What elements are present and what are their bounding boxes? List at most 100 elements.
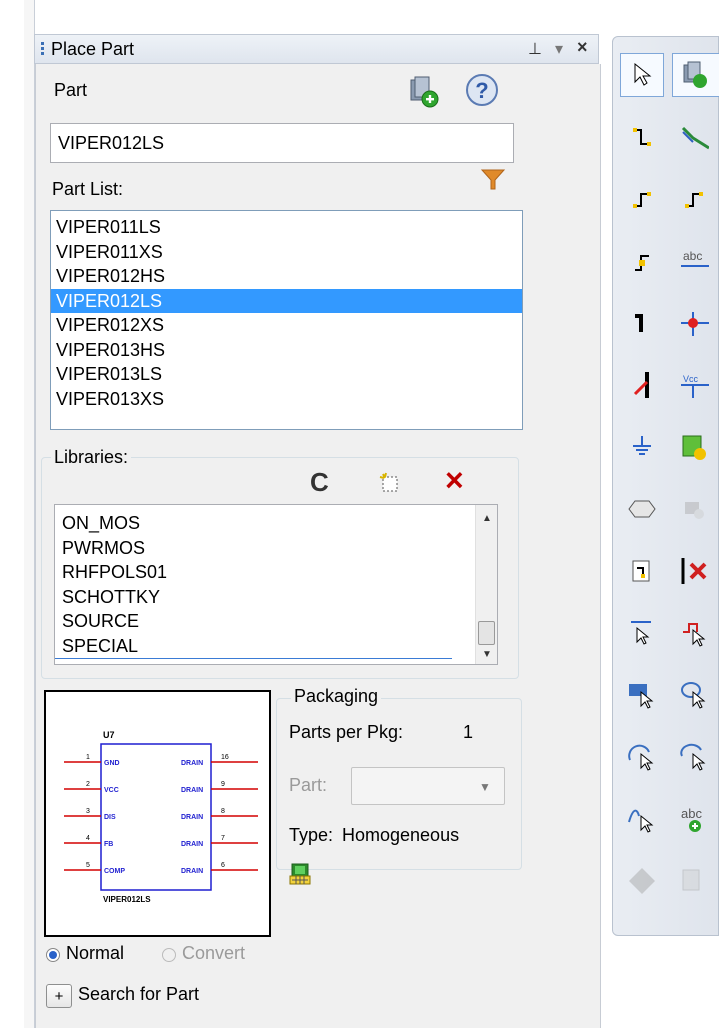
draw-toolbar: abc Vcc abc (612, 36, 719, 936)
close-icon[interactable]: × (577, 37, 588, 58)
pin-number: 3 (86, 808, 90, 815)
part-symbol: U7 1 GND 2 VCC 3 DIS 4 FB 5 COMP 16 DRAIN 9 DRAIN 8 DRAI… (64, 730, 258, 904)
bus-entry-icon[interactable] (620, 363, 664, 407)
part-name-label: VIPER012LS (103, 895, 151, 904)
list-item[interactable]: VIPER012XS (51, 313, 522, 338)
add-library-file-icon[interactable] (379, 472, 401, 494)
place-line-icon[interactable] (620, 611, 664, 655)
place-part-panel: Part ? VIPER012LS Part List: VIPER011LS … (35, 64, 601, 1028)
search-for-part-label[interactable]: Search for Part (78, 984, 199, 1005)
svg-text:abc: abc (681, 806, 702, 821)
pin-name: GND (104, 760, 120, 767)
auto-connect-icon[interactable] (620, 239, 664, 283)
list-item[interactable]: VIPER013XS (51, 387, 522, 412)
scroll-down-icon[interactable]: ▼ (482, 649, 492, 660)
place-arc-icon[interactable] (620, 735, 664, 779)
hierarchical-pin-icon[interactable] (672, 487, 716, 531)
pin-number: 1 (86, 754, 90, 761)
pin-name: DRAIN (181, 841, 203, 848)
pin-name: COMP (104, 868, 125, 875)
chevron-down-icon[interactable]: ▼ (479, 780, 491, 794)
list-item[interactable]: VIPER013HS (51, 338, 522, 363)
place-bezier-icon[interactable] (620, 797, 664, 841)
pin-number: 8 (221, 808, 225, 815)
libraries-scrollbar[interactable]: ▲ ▼ (475, 505, 497, 664)
net-alias-icon[interactable]: abc (672, 239, 716, 283)
packaging-title: Packaging (291, 686, 382, 707)
svg-text:Vcc: Vcc (683, 374, 699, 384)
place-polyline-icon[interactable] (672, 611, 716, 655)
list-item[interactable]: RHFPOLS01 (55, 560, 497, 585)
list-item[interactable]: SPECIAL (55, 634, 452, 659)
place-elliptical-arc-icon[interactable] (672, 735, 716, 779)
help-icon[interactable]: ? (464, 72, 500, 108)
pin-number: 9 (221, 781, 225, 788)
pin-name: DIS (104, 814, 116, 821)
list-item[interactable]: VIPER011LS (51, 215, 522, 240)
part-label: Part (54, 80, 88, 100)
no-connect-icon[interactable] (672, 549, 716, 593)
place-ieee-symbol-icon[interactable] (620, 859, 664, 903)
libraries-list[interactable]: ON_MOS PWRMOS RHFPOLS01 SCHOTTKY SOURCE … (54, 504, 498, 665)
part-list[interactable]: VIPER011LS VIPER011XS VIPER012HS VIPER01… (50, 210, 523, 430)
place-off-page-icon[interactable] (620, 549, 664, 593)
list-item[interactable]: SOURCE (55, 609, 497, 634)
list-item[interactable]: VIPER012HS (51, 264, 522, 289)
pkg-part-select[interactable]: ▼ (351, 767, 505, 805)
scroll-thumb[interactable] (478, 621, 495, 645)
footprint-icon[interactable] (288, 861, 314, 887)
pin-name: FB (104, 841, 113, 848)
part-name-input[interactable]: VIPER012LS (50, 123, 514, 163)
pkg-part-label: Part: (289, 775, 328, 795)
expand-search-button[interactable]: + (46, 984, 72, 1008)
ground-tool-icon[interactable] (620, 425, 664, 469)
auto-wire-multi-icon[interactable] (672, 177, 716, 221)
place-picture-icon[interactable] (672, 859, 716, 903)
power-tool-icon[interactable]: Vcc (672, 363, 716, 407)
place-hierarchical-block-icon[interactable] (672, 425, 716, 469)
list-item[interactable]: PWRMOS (55, 536, 497, 561)
svg-text:abc: abc (683, 249, 702, 263)
pin-name: VCC (104, 787, 119, 794)
parts-per-pkg-label: Parts per Pkg: (289, 722, 404, 742)
pin-number: 4 (86, 835, 90, 842)
list-item[interactable]: VIPER011XS (51, 240, 522, 265)
list-item[interactable]: SCHOTTKY (55, 585, 497, 610)
list-item-selected[interactable]: VIPER012LS (51, 288, 522, 313)
pin-name: DRAIN (181, 868, 203, 875)
filter-icon[interactable] (480, 166, 506, 192)
pin-number: 5 (86, 862, 90, 869)
place-part-tool-icon[interactable] (672, 53, 719, 97)
normal-radio[interactable] (46, 948, 60, 962)
panel-title: Place Part (51, 39, 135, 59)
auto-wire-icon[interactable] (620, 177, 664, 221)
bus-wire-tool-icon[interactable] (672, 115, 716, 159)
panel-frame (24, 0, 35, 1028)
place-text-icon[interactable]: abc (672, 797, 716, 841)
parts-per-pkg-value: 1 (463, 722, 474, 742)
pin-number: 7 (221, 835, 225, 842)
normal-label: Normal (66, 943, 125, 963)
place-rectangle-icon[interactable] (620, 673, 664, 717)
select-tool-icon[interactable] (620, 53, 664, 97)
remove-library-icon[interactable]: × (445, 462, 464, 499)
convert-radio[interactable] (162, 948, 176, 962)
list-item[interactable]: ON_MOS (55, 511, 497, 536)
pkg-type-label: Type: (289, 825, 334, 845)
refresh-icon[interactable]: C (310, 467, 329, 498)
junction-tool-icon[interactable] (672, 301, 716, 345)
pkg-type-value: Homogeneous (342, 825, 460, 845)
part-preview: U7 1 GND 2 VCC 3 DIS 4 FB 5 COMP 16 DRAIN 9 DRAIN 8 DRAI… (44, 690, 271, 937)
wire-tool-icon[interactable] (620, 115, 664, 159)
place-ellipse-icon[interactable] (672, 673, 716, 717)
convert-label: Convert (182, 943, 246, 963)
list-item[interactable]: VIPER013LS (51, 362, 522, 387)
panel-title-bar[interactable]: Place Part ⊥ ▾ × (34, 34, 599, 64)
pin-icon[interactable]: ⊥ (528, 39, 542, 59)
off-page-connector-icon[interactable] (620, 487, 664, 531)
dropdown-icon[interactable]: ▾ (555, 39, 563, 59)
add-library-icon[interactable] (407, 74, 443, 110)
grip-icon[interactable] (41, 42, 44, 56)
bus-tool-icon[interactable] (620, 301, 664, 345)
scroll-up-icon[interactable]: ▲ (482, 513, 492, 524)
